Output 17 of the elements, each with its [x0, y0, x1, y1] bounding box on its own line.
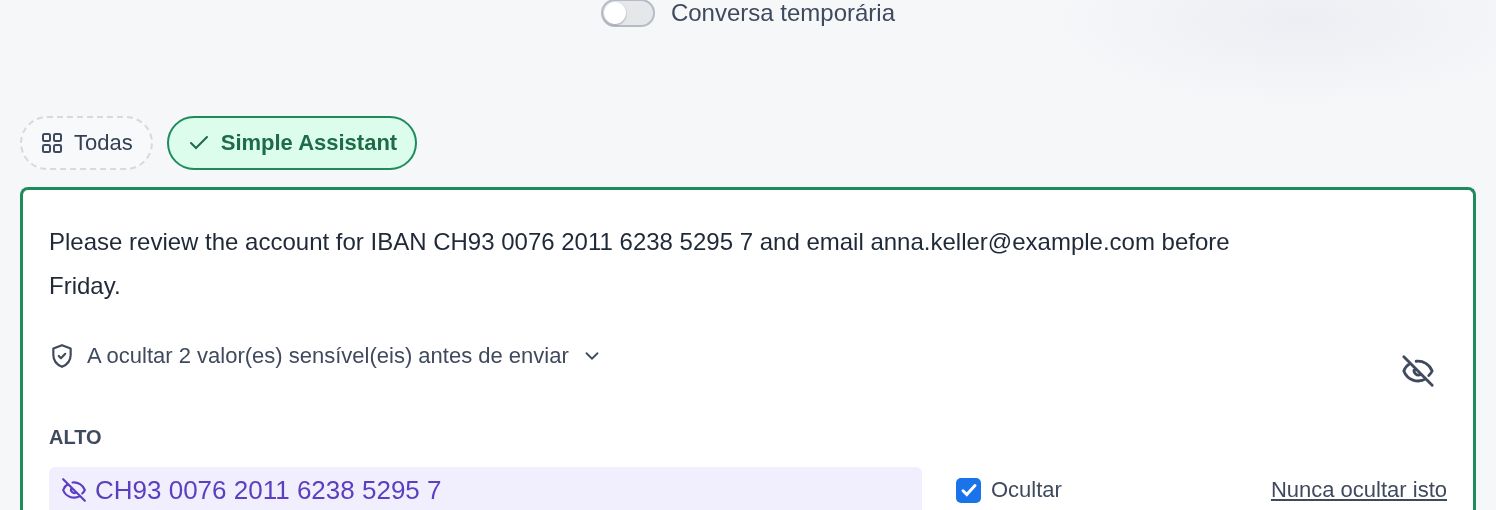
sensitive-value: CH93 0076 2011 6238 5295 7 [49, 467, 922, 510]
toggle-label: Conversa temporária [670, 0, 896, 27]
checkbox[interactable] [956, 477, 981, 503]
eye-off-icon [61, 477, 87, 503]
toggle-switch[interactable] [600, 0, 655, 27]
filter-chip[interactable]: Todas [20, 116, 153, 170]
severity-label: ALTO [49, 426, 103, 449]
filter-chip[interactable]: Simple Assistant [166, 116, 418, 170]
redaction-notice[interactable]: A ocultar 2 valor(es) sensível(eis) antes de enviar [49, 343, 603, 369]
checkbox-label: Ocultar [991, 477, 1062, 503]
never-hide-link[interactable]: Nunca ocultar isto [1270, 477, 1447, 503]
message-text: Please review the account for IBAN CH93 0076 2011 6238 5295 7 and email anna.keller@example.com before Friday. [49, 227, 1231, 301]
grid-icon [40, 131, 64, 155]
hide-toggle-button[interactable] [1401, 354, 1435, 388]
eye-off-icon [1401, 354, 1435, 388]
tick-icon [959, 481, 978, 499]
shield-icon [49, 343, 75, 369]
